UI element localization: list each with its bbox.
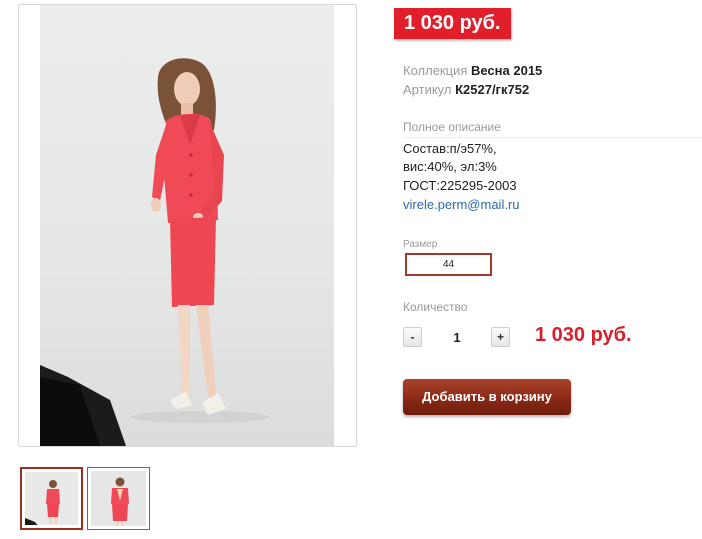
thumbnail-1[interactable] <box>20 467 83 530</box>
size-label: Размер <box>403 239 438 250</box>
model-illustration <box>40 58 270 446</box>
quantity-input[interactable] <box>432 326 482 348</box>
article-row: Артикул К2527/гк752 <box>403 82 529 98</box>
product-page: 1 030 руб. Коллекция Весна 2015 Артикул … <box>0 0 702 539</box>
quantity-decrease-button[interactable]: - <box>403 327 422 347</box>
thumbnail-1-image <box>25 472 78 525</box>
collection-row: Коллекция Весна 2015 <box>403 63 542 79</box>
description-line-materials: вис:40%, эл:3% <box>403 159 497 174</box>
description-line-gost: ГОСТ:225295-2003 <box>403 178 517 193</box>
contact-email-link[interactable]: virele.perm@mail.ru <box>403 197 520 212</box>
collection-value: Весна 2015 <box>470 63 543 78</box>
collection-label: Коллекция <box>403 63 468 78</box>
article-value: К2527/гк752 <box>455 82 530 97</box>
main-image-frame[interactable] <box>18 4 357 447</box>
thumbnail-2-image <box>91 471 146 526</box>
article-label: Артикул <box>403 82 452 97</box>
description-title: Полное описание <box>403 120 702 138</box>
description-line-composition: Состав:п/э57%, <box>403 141 497 156</box>
size-option-selected[interactable]: 44 <box>405 253 492 276</box>
add-to-cart-button[interactable]: Добавить в корзину <box>403 379 571 415</box>
quantity-increase-button[interactable]: + <box>491 327 510 347</box>
price-badge: 1 030 руб. <box>394 8 511 39</box>
thumbnail-2[interactable] <box>87 467 150 530</box>
quantity-label: Количество <box>403 300 468 314</box>
total-price: 1 030 руб. <box>535 324 632 346</box>
product-photo[interactable] <box>40 5 334 446</box>
